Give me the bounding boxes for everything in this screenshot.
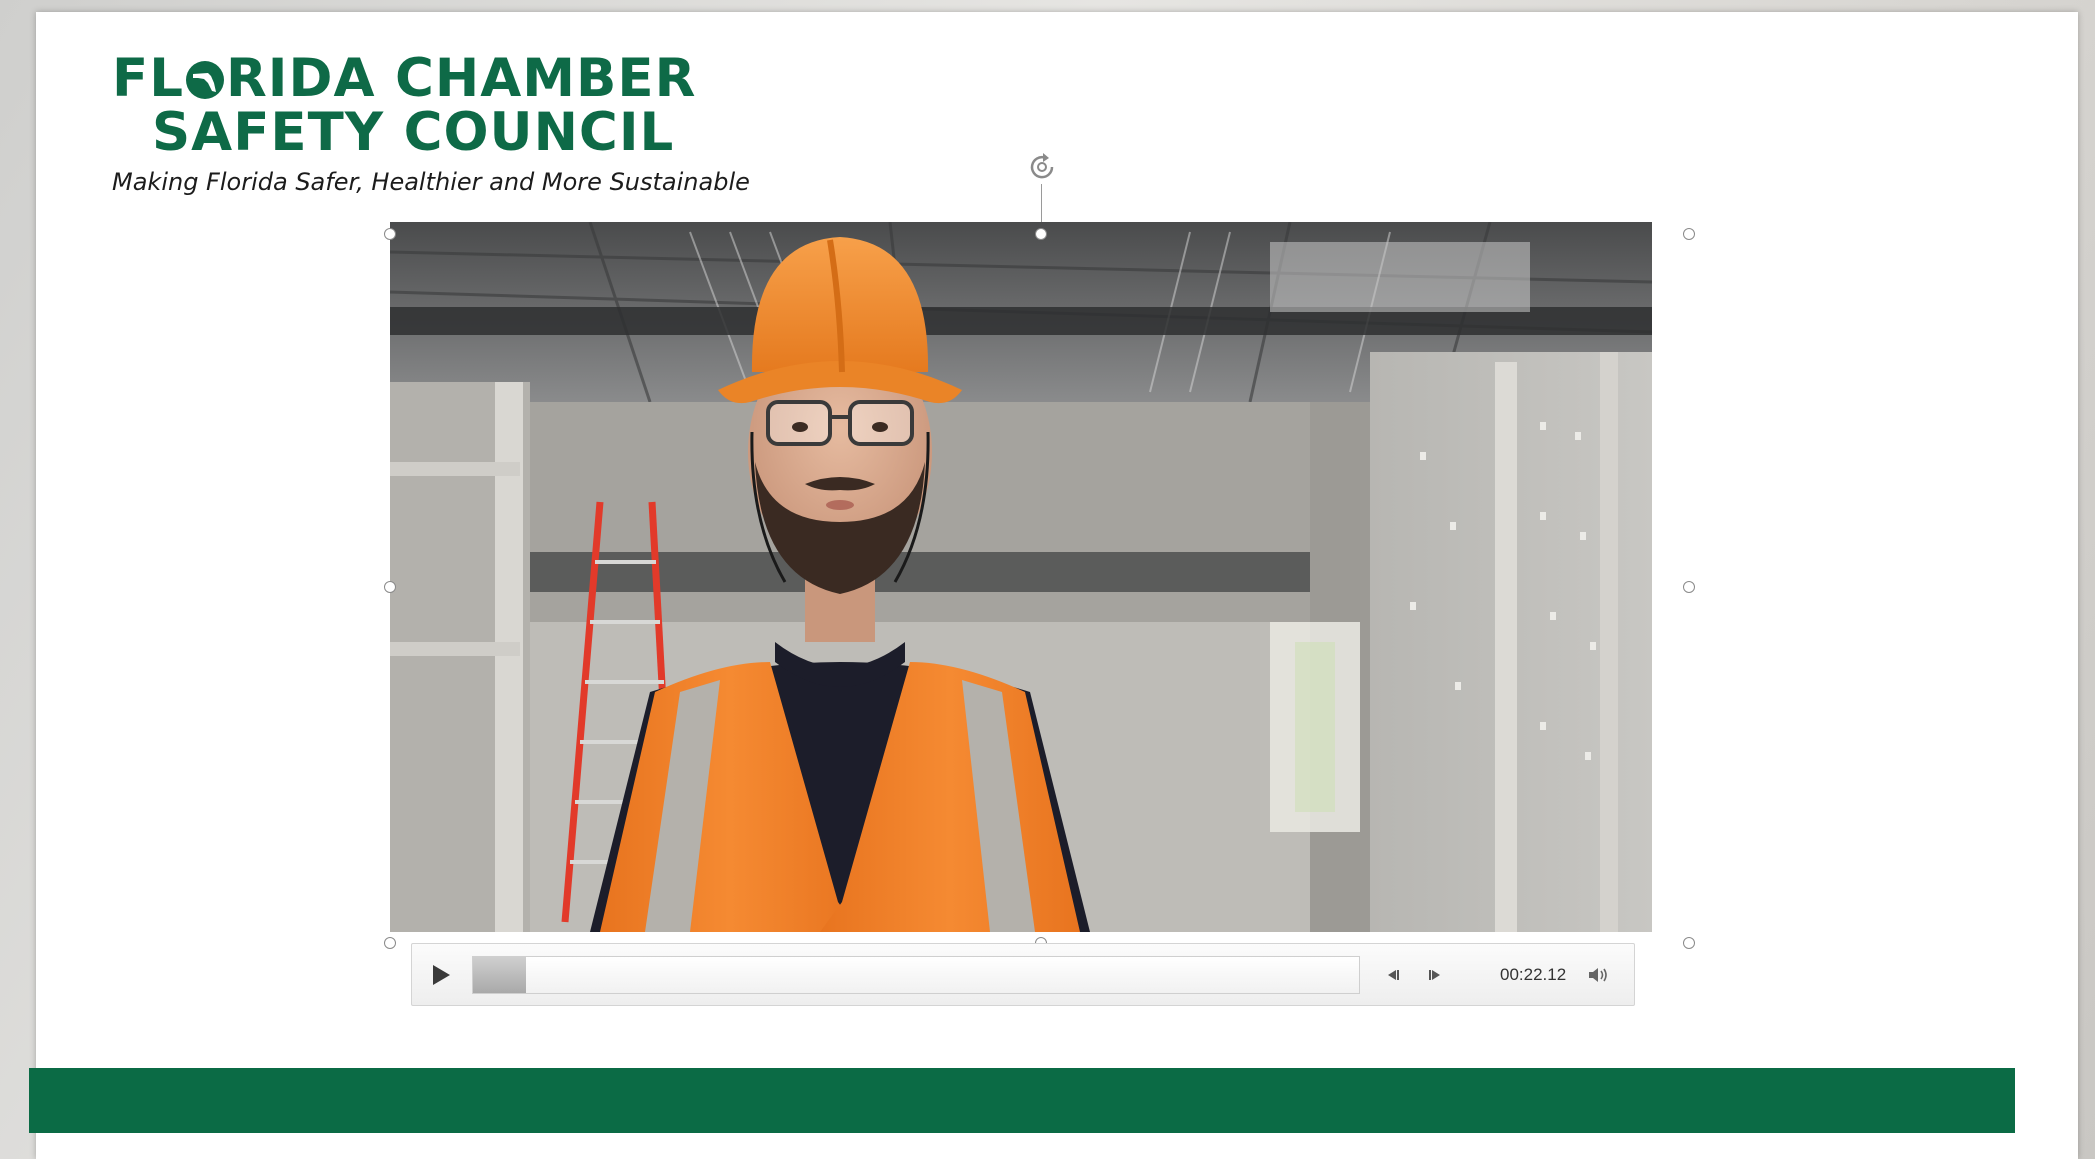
- video-poster-frame[interactable]: [390, 222, 1652, 932]
- step-forward-icon: [1429, 970, 1440, 980]
- timeline-progress: [473, 957, 527, 993]
- step-forward-button[interactable]: [1422, 962, 1448, 988]
- florida-state-icon: [184, 57, 226, 99]
- logo-tagline: Making Florida Safer, Healthier and More…: [112, 168, 750, 196]
- footer-green-bar: [29, 1068, 2015, 1133]
- step-back-icon: [1388, 970, 1399, 980]
- resize-handle-top-left[interactable]: [384, 228, 396, 240]
- resize-handle-bottom-right[interactable]: [1683, 937, 1695, 949]
- rotate-icon[interactable]: [1025, 150, 1059, 184]
- resize-handle-top[interactable]: [1035, 228, 1047, 240]
- florida-chamber-logo: FL RIDA CHAMBER SAFETY COUNCIL Making Flo…: [112, 52, 752, 222]
- step-back-button[interactable]: [1380, 962, 1406, 988]
- logo-title-line-1: FL RIDA CHAMBER: [112, 48, 697, 109]
- volume-button[interactable]: [1587, 962, 1613, 988]
- resize-handle-right[interactable]: [1683, 581, 1695, 593]
- resize-handle-left[interactable]: [384, 581, 396, 593]
- playback-time: 00:22.12: [1500, 965, 1567, 984]
- volume-icon: [1589, 968, 1607, 982]
- logo-title-line-2: SAFETY COUNCIL: [152, 102, 675, 163]
- play-icon: [433, 965, 450, 985]
- media-control-bar: 00:22.12: [411, 943, 1635, 1006]
- resize-handle-top-right[interactable]: [1683, 228, 1695, 240]
- construction-worker-image: [390, 222, 1652, 932]
- play-button[interactable]: [424, 958, 458, 992]
- playback-timeline[interactable]: [472, 956, 1360, 994]
- resize-handle-bottom-left[interactable]: [384, 937, 396, 949]
